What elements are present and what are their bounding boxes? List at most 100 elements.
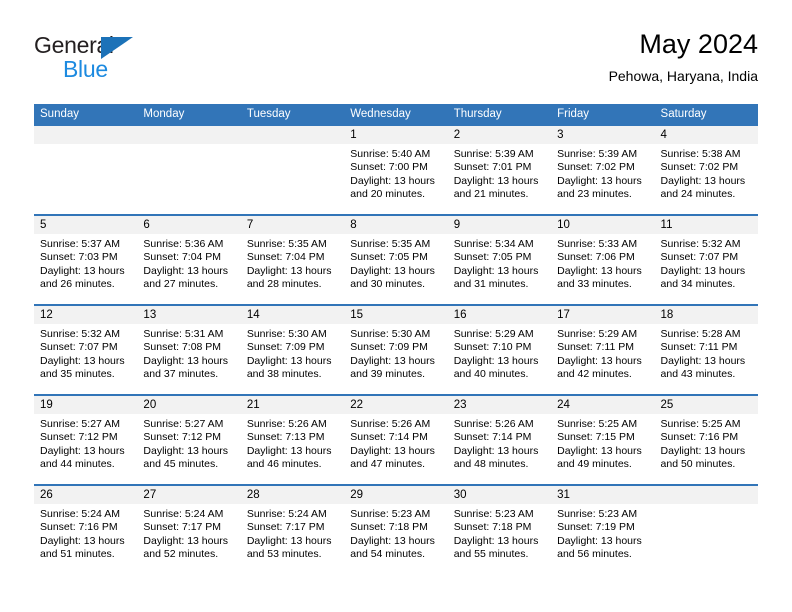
day-number[interactable] [137, 126, 240, 144]
day-number[interactable]: 22 [344, 396, 447, 414]
day-number[interactable]: 24 [551, 396, 654, 414]
day-number[interactable]: 1 [344, 126, 447, 144]
day-number[interactable]: 21 [241, 396, 344, 414]
day-cell[interactable]: Sunrise: 5:34 AM Sunset: 7:05 PM Dayligh… [448, 234, 551, 304]
daylight-text-line1: Daylight: 13 hours [246, 354, 332, 367]
day-cell[interactable]: Sunrise: 5:30 AM Sunset: 7:09 PM Dayligh… [241, 324, 344, 394]
day-number[interactable]: 4 [655, 126, 758, 144]
generalblue-logo[interactable]: General Blue [34, 32, 164, 84]
day-number[interactable]: 28 [241, 486, 344, 504]
day-number[interactable]: 29 [344, 486, 447, 504]
day-cell[interactable]: Sunrise: 5:29 AM Sunset: 7:11 PM Dayligh… [551, 324, 654, 394]
day-number[interactable] [655, 486, 758, 504]
day-cell[interactable]: Sunrise: 5:36 AM Sunset: 7:04 PM Dayligh… [137, 234, 240, 304]
daylight-text-line2: and 55 minutes. [453, 547, 529, 560]
daylight-text-line1: Daylight: 13 hours [350, 534, 435, 547]
weekday-header-tuesday: Tuesday [246, 108, 291, 120]
sunrise-text: Sunrise: 5:23 AM [350, 508, 431, 520]
day-number[interactable]: 18 [655, 306, 758, 324]
daylight-text-line1: Daylight: 13 hours [143, 264, 229, 277]
day-cell[interactable]: Sunrise: 5:37 AM Sunset: 7:03 PM Dayligh… [34, 234, 137, 304]
sunrise-text: Sunrise: 5:29 AM [557, 328, 638, 340]
daylight-text-line2: and 21 minutes. [453, 187, 529, 200]
day-number[interactable]: 19 [34, 396, 137, 414]
day-number[interactable]: 20 [137, 396, 240, 414]
day-cell[interactable]: Sunrise: 5:28 AM Sunset: 7:11 PM Dayligh… [655, 324, 758, 394]
day-cell[interactable]: Sunrise: 5:26 AM Sunset: 7:14 PM Dayligh… [448, 414, 551, 484]
day-cell[interactable] [241, 144, 344, 214]
day-number[interactable]: 5 [34, 216, 137, 234]
sunset-text: Sunset: 7:09 PM [350, 341, 428, 354]
daylight-text-line1: Daylight: 13 hours [40, 444, 125, 457]
day-number[interactable]: 7 [241, 216, 344, 234]
day-number[interactable]: 11 [655, 216, 758, 234]
page-header: General Blue May 2024 Pehowa, Haryana, I… [0, 0, 792, 98]
week-detail-band: Sunrise: 5:37 AM Sunset: 7:03 PM Dayligh… [34, 234, 758, 304]
sunset-text: Sunset: 7:18 PM [453, 521, 532, 534]
day-cell[interactable]: Sunrise: 5:27 AM Sunset: 7:12 PM Dayligh… [137, 414, 240, 484]
daylight-text-line1: Daylight: 13 hours [557, 444, 642, 457]
title-block: May 2024 Pehowa, Haryana, India [609, 28, 758, 86]
day-cell[interactable]: Sunrise: 5:31 AM Sunset: 7:08 PM Dayligh… [137, 324, 240, 394]
day-number[interactable]: 6 [137, 216, 240, 234]
day-cell[interactable]: Sunrise: 5:32 AM Sunset: 7:07 PM Dayligh… [34, 324, 137, 394]
day-number[interactable]: 12 [34, 306, 137, 324]
day-number[interactable]: 26 [34, 486, 137, 504]
day-cell[interactable]: Sunrise: 5:24 AM Sunset: 7:17 PM Dayligh… [137, 504, 240, 574]
day-number[interactable] [241, 126, 344, 144]
day-cell[interactable]: Sunrise: 5:35 AM Sunset: 7:05 PM Dayligh… [344, 234, 447, 304]
day-cell[interactable]: Sunrise: 5:39 AM Sunset: 7:02 PM Dayligh… [551, 144, 654, 214]
day-cell[interactable]: Sunrise: 5:24 AM Sunset: 7:17 PM Dayligh… [241, 504, 344, 574]
day-number[interactable] [34, 126, 137, 144]
daylight-text-line1: Daylight: 13 hours [660, 444, 746, 457]
daylight-text-line2: and 39 minutes. [350, 367, 425, 380]
daylight-text-line1: Daylight: 13 hours [40, 264, 125, 277]
day-number[interactable]: 27 [137, 486, 240, 504]
day-cell[interactable]: Sunrise: 5:35 AM Sunset: 7:04 PM Dayligh… [241, 234, 344, 304]
day-number[interactable]: 2 [448, 126, 551, 144]
sunrise-text: Sunrise: 5:30 AM [246, 328, 327, 340]
day-number[interactable]: 3 [551, 126, 654, 144]
day-cell[interactable]: Sunrise: 5:39 AM Sunset: 7:01 PM Dayligh… [448, 144, 551, 214]
day-cell[interactable]: Sunrise: 5:40 AM Sunset: 7:00 PM Dayligh… [344, 144, 447, 214]
day-cell[interactable]: Sunrise: 5:26 AM Sunset: 7:13 PM Dayligh… [241, 414, 344, 484]
day-number[interactable]: 14 [241, 306, 344, 324]
sunrise-text: Sunrise: 5:27 AM [40, 418, 120, 430]
day-cell[interactable]: Sunrise: 5:23 AM Sunset: 7:18 PM Dayligh… [448, 504, 551, 574]
sunrise-text: Sunrise: 5:28 AM [660, 328, 741, 340]
daylight-text-line1: Daylight: 13 hours [453, 354, 539, 367]
day-cell[interactable]: Sunrise: 5:30 AM Sunset: 7:09 PM Dayligh… [344, 324, 447, 394]
day-cell[interactable]: Sunrise: 5:25 AM Sunset: 7:16 PM Dayligh… [655, 414, 758, 484]
day-number[interactable]: 30 [448, 486, 551, 504]
day-number[interactable]: 15 [344, 306, 447, 324]
daylight-text-line2: and 38 minutes. [246, 367, 322, 380]
day-cell[interactable]: Sunrise: 5:25 AM Sunset: 7:15 PM Dayligh… [551, 414, 654, 484]
day-cell[interactable] [137, 144, 240, 214]
daylight-text-line2: and 35 minutes. [40, 367, 115, 380]
day-cell[interactable]: Sunrise: 5:24 AM Sunset: 7:16 PM Dayligh… [34, 504, 137, 574]
day-cell[interactable]: Sunrise: 5:23 AM Sunset: 7:18 PM Dayligh… [344, 504, 447, 574]
day-cell[interactable]: Sunrise: 5:29 AM Sunset: 7:10 PM Dayligh… [448, 324, 551, 394]
day-number[interactable]: 31 [551, 486, 654, 504]
day-number[interactable]: 16 [448, 306, 551, 324]
sunset-text: Sunset: 7:12 PM [143, 431, 222, 444]
day-number[interactable]: 23 [448, 396, 551, 414]
day-cell[interactable]: Sunrise: 5:38 AM Sunset: 7:02 PM Dayligh… [655, 144, 758, 214]
day-cell[interactable]: Sunrise: 5:23 AM Sunset: 7:19 PM Dayligh… [551, 504, 654, 574]
day-cell[interactable]: Sunrise: 5:27 AM Sunset: 7:12 PM Dayligh… [34, 414, 137, 484]
day-number[interactable]: 25 [655, 396, 758, 414]
day-number[interactable]: 9 [448, 216, 551, 234]
day-number[interactable]: 17 [551, 306, 654, 324]
week-detail-band: Sunrise: 5:24 AM Sunset: 7:16 PM Dayligh… [34, 504, 758, 574]
day-number[interactable]: 8 [344, 216, 447, 234]
week-detail-band: Sunrise: 5:40 AM Sunset: 7:00 PM Dayligh… [34, 144, 758, 214]
day-cell[interactable] [34, 144, 137, 214]
day-cell[interactable]: Sunrise: 5:32 AM Sunset: 7:07 PM Dayligh… [655, 234, 758, 304]
day-cell[interactable]: Sunrise: 5:26 AM Sunset: 7:14 PM Dayligh… [344, 414, 447, 484]
day-cell[interactable] [655, 504, 758, 574]
day-number[interactable]: 10 [551, 216, 654, 234]
daylight-text-line2: and 47 minutes. [350, 457, 425, 470]
daylight-text-line2: and 27 minutes. [143, 277, 219, 290]
day-cell[interactable]: Sunrise: 5:33 AM Sunset: 7:06 PM Dayligh… [551, 234, 654, 304]
day-number[interactable]: 13 [137, 306, 240, 324]
